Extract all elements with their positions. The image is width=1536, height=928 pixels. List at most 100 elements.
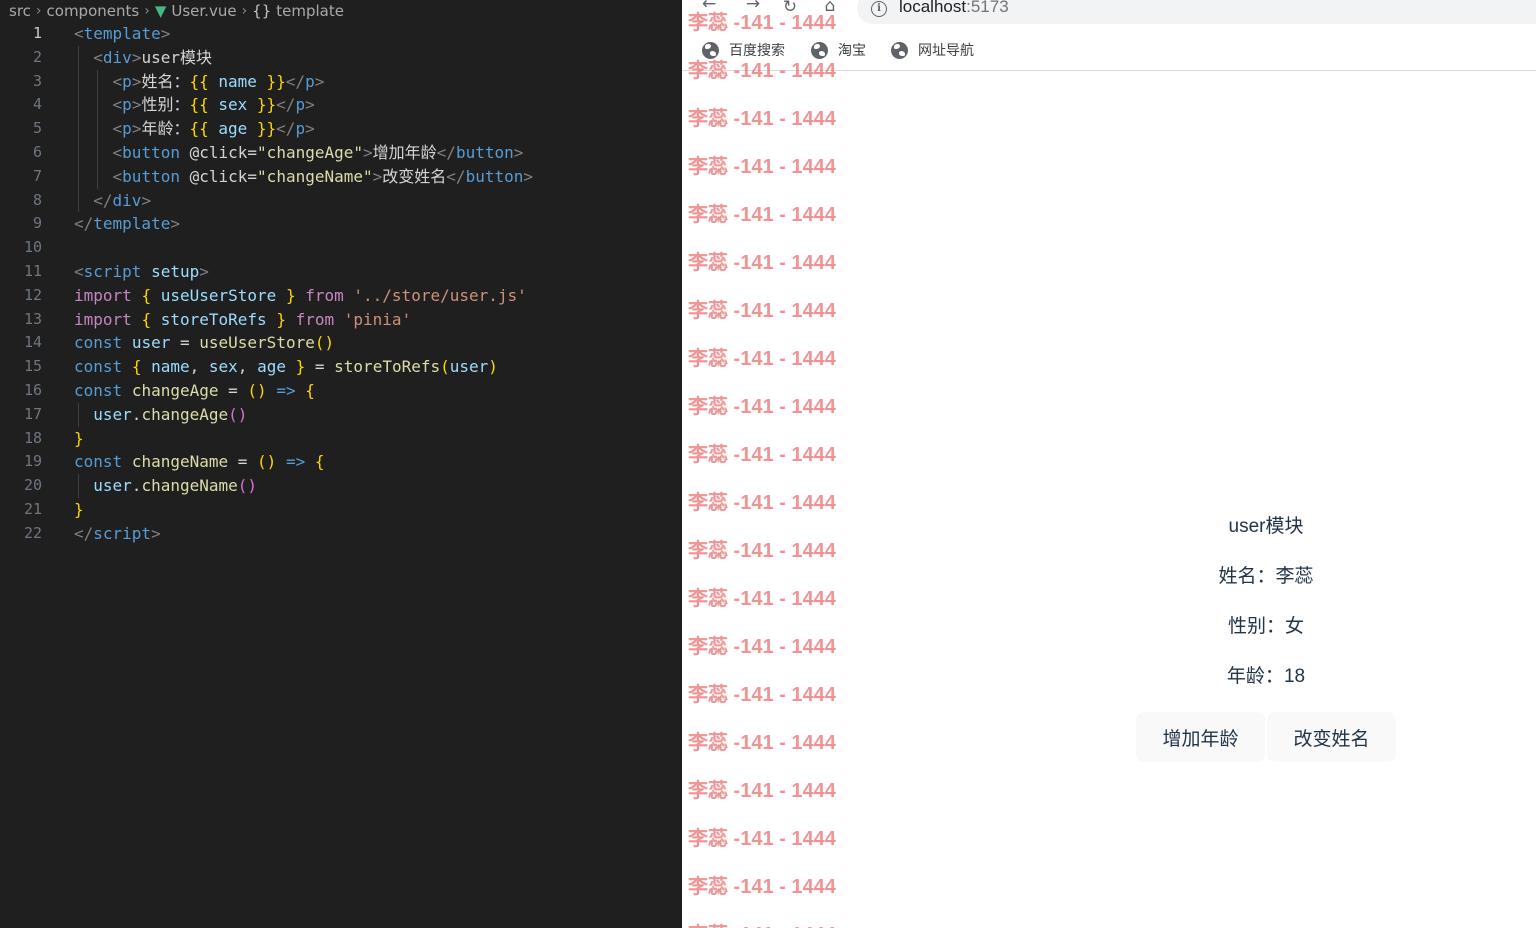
- vue-file-icon: ▼: [154, 2, 167, 20]
- code-line[interactable]: 14 const user = useUserStore(): [0, 331, 682, 355]
- code-line[interactable]: 2 <div>user模块: [0, 45, 682, 70]
- code-token: </: [285, 71, 306, 91]
- code-token: >: [305, 95, 315, 115]
- line-number: 18: [23, 428, 42, 447]
- chevron-right-icon: ›: [241, 3, 248, 19]
- line-text: const user = useUserStore(): [74, 331, 334, 355]
- code-token: 改变姓名: [382, 166, 447, 186]
- log-line: 李蕊 -141 - 1444: [688, 828, 836, 850]
- line-text: </div>: [74, 189, 151, 213]
- code-line[interactable]: 17 user.changeAge(): [0, 402, 682, 427]
- code-line[interactable]: 18}: [0, 427, 682, 451]
- code-area[interactable]: 1 <template> 2 <div>user模块 3 <p>姓名：{{ name …: [0, 22, 682, 546]
- code-token: (): [228, 404, 248, 424]
- line-number: 15: [23, 357, 42, 376]
- code-token: template: [93, 214, 171, 234]
- code-line[interactable]: 10: [0, 236, 682, 260]
- code-line[interactable]: 11 <script setup>: [0, 260, 682, 284]
- code-editor[interactable]: src › components › ▼ User.vue › {} templ…: [0, 0, 682, 928]
- line-number: 10: [23, 238, 42, 257]
- code-token: }: [74, 428, 84, 448]
- code-line[interactable]: 19 const changeName = () => {: [0, 450, 682, 474]
- code-token: useUserStore: [199, 333, 315, 353]
- code-line[interactable]: 4 <p>性别：{{ sex }}</p>: [0, 93, 682, 118]
- breadcrumb-components[interactable]: components: [47, 2, 140, 20]
- code-token: }}: [266, 71, 286, 91]
- line-text: <p>姓名：{{ name }}</p>: [74, 70, 325, 94]
- code-line[interactable]: 3 <p>姓名：{{ name }}</p>: [0, 69, 682, 94]
- log-line: 李蕊 -141 - 1444: [688, 540, 836, 562]
- code-token: {{: [189, 95, 209, 115]
- code-token: .: [131, 476, 142, 496]
- code-token: from: [295, 309, 335, 329]
- line-number: 12: [23, 285, 42, 304]
- code-token: @click: [189, 166, 248, 186]
- breadcrumb: src › components › ▼ User.vue › {} templ…: [0, 0, 682, 22]
- log-line: 李蕊 -141 - 1444: [688, 348, 836, 370]
- page-content: 李蕊 -141 - 1444 李蕊 -141 - 1444 李蕊 -141 - 14…: [682, 12, 1536, 928]
- code-token: <: [74, 261, 84, 281]
- code-token: {: [141, 285, 152, 305]
- code-token: setup: [151, 261, 200, 281]
- code-line[interactable]: 6 <button @click="changeAge">增加年龄</butto…: [0, 140, 682, 165]
- code-line[interactable]: 12 import { useUserStore } from '../store…: [0, 284, 682, 308]
- code-line[interactable]: 22 </script>: [0, 522, 682, 546]
- code-line[interactable]: 16 const changeAge = () => {: [0, 379, 682, 403]
- code-token: const: [74, 452, 123, 472]
- code-line[interactable]: 8 </div>: [0, 188, 682, 213]
- code-line[interactable]: 5 <p>年龄：{{ age }}</p>: [0, 117, 682, 141]
- code-line[interactable]: 7 <button @click="changeName">改变姓名</butt…: [0, 164, 682, 189]
- code-token: useUserStore: [151, 285, 286, 305]
- code-line[interactable]: 13 import { storeToRefs } from 'pinia': [0, 308, 682, 332]
- change-name-button[interactable]: 改变姓名: [1267, 712, 1396, 762]
- code-token: >: [523, 166, 533, 186]
- change-age-button[interactable]: 增加年龄: [1136, 712, 1265, 762]
- breadcrumb-symbol[interactable]: template: [276, 2, 344, 20]
- code-token: changeName: [131, 452, 229, 472]
- code-token: =>: [285, 452, 306, 472]
- code-token: from: [305, 285, 344, 305]
- line-number: 17: [23, 404, 42, 423]
- breadcrumb-src[interactable]: src: [9, 2, 31, 20]
- code-token: age: [208, 119, 257, 139]
- code-line[interactable]: 9 </template>: [0, 212, 682, 236]
- line-number: 4: [32, 95, 42, 114]
- code-token: p: [122, 95, 132, 115]
- code-line[interactable]: 1 <template>: [0, 22, 682, 46]
- code-token: <: [112, 119, 123, 139]
- line-text: }: [74, 498, 84, 522]
- module-heading: user模块: [1228, 516, 1304, 537]
- code-token: sex: [208, 95, 257, 115]
- line-number: 14: [23, 333, 42, 352]
- code-token: name: [141, 357, 190, 377]
- code-token: >: [141, 190, 152, 210]
- log-line: 李蕊 -141 - 1444: [688, 300, 836, 322]
- code-token: <: [112, 166, 123, 186]
- line-text: <button @click="changeAge">增加年龄</button>: [74, 141, 524, 165]
- breadcrumb-file[interactable]: User.vue: [171, 2, 236, 20]
- code-token: 年龄：: [141, 119, 190, 139]
- code-line[interactable]: 21}: [0, 498, 682, 522]
- log-line: 李蕊 -141 - 1444: [688, 396, 836, 418]
- code-line[interactable]: 15 const { name, sex, age } = storeToRefs…: [0, 355, 682, 379]
- code-token: button: [122, 142, 180, 162]
- code-line[interactable]: 20 user.changeName(): [0, 474, 682, 498]
- log-line: 李蕊 -141 - 1444: [688, 12, 836, 34]
- code-token: (): [237, 476, 258, 496]
- line-text: <p>年龄：{{ age }}</p>: [74, 117, 315, 141]
- code-token: =>: [276, 380, 296, 400]
- code-token: ,: [237, 357, 258, 377]
- log-line: 李蕊 -141 - 1444: [688, 780, 836, 802]
- code-token: {{: [189, 71, 209, 91]
